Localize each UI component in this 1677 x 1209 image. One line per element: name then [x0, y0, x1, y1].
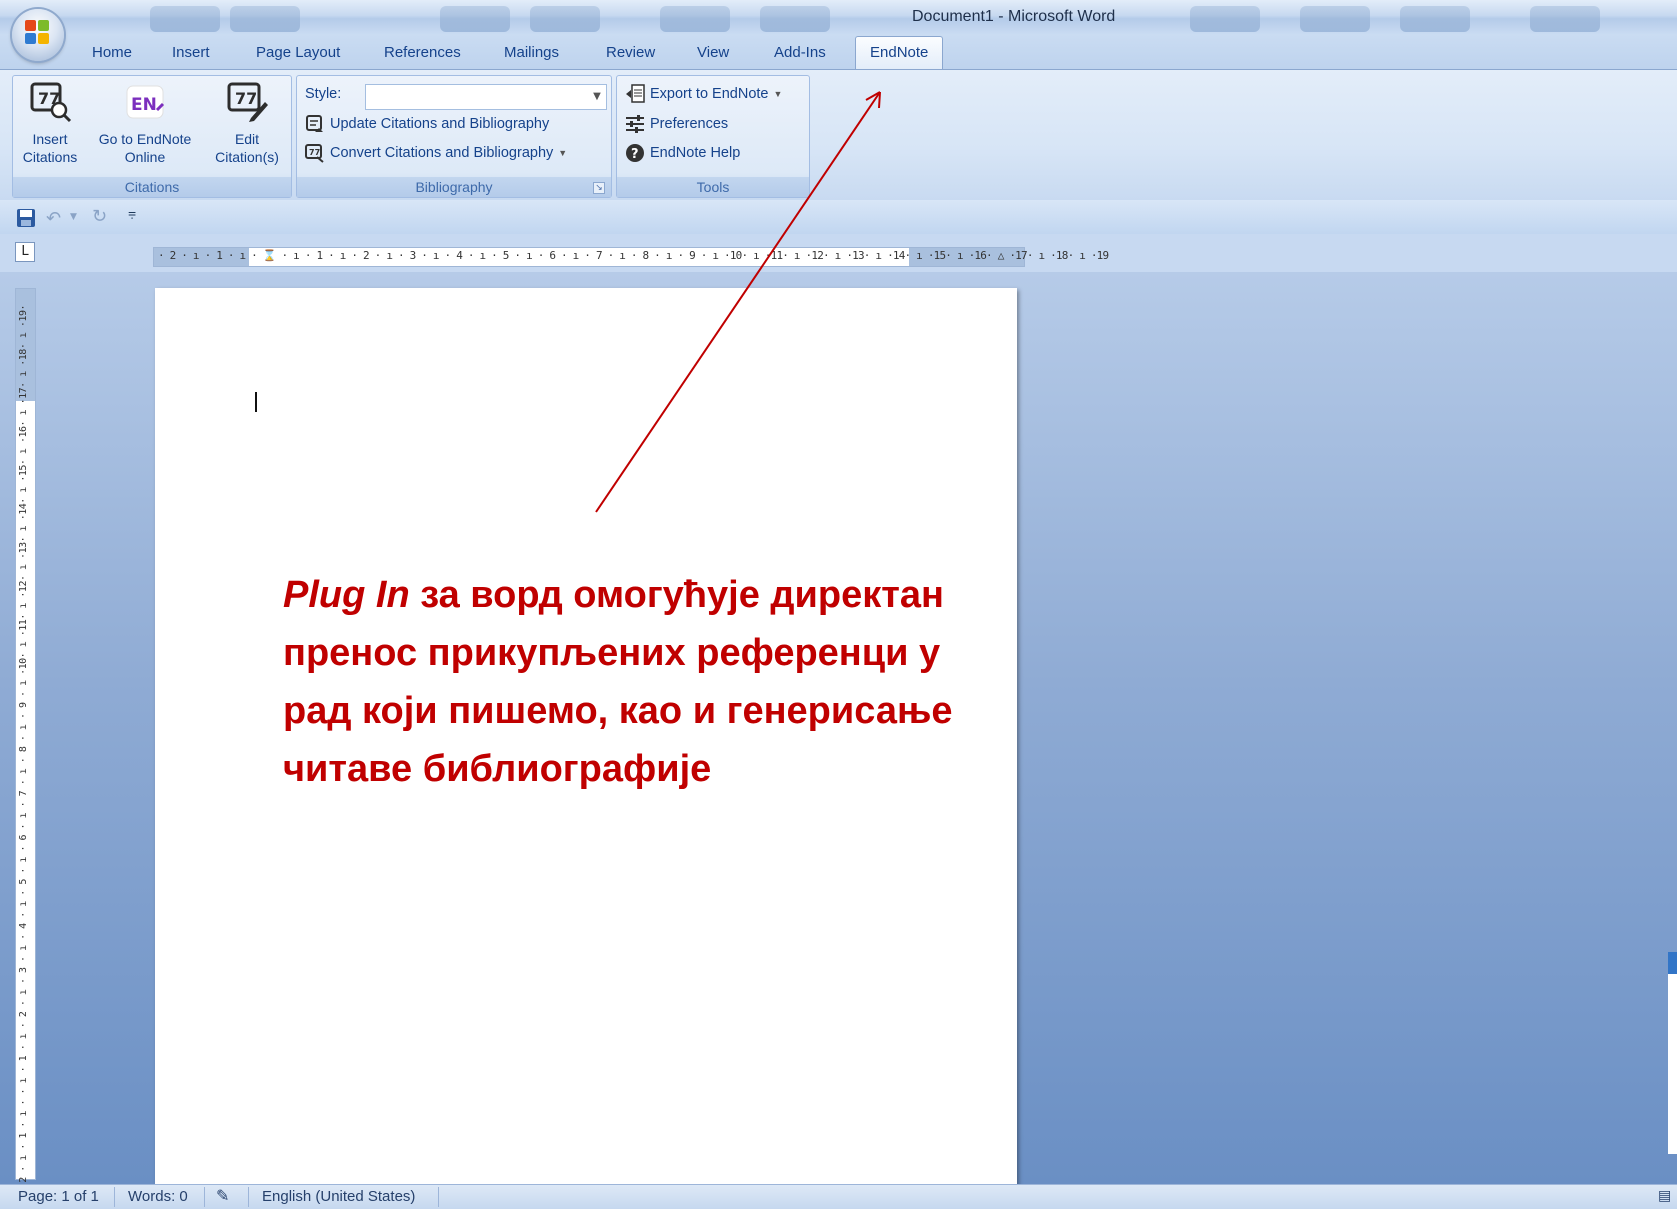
go-to-endnote-label-2: Online [124, 149, 166, 165]
redo-icon[interactable]: ↻ [92, 206, 107, 227]
status-bar: Page: 1 of 1 Words: 0 ✎ English (United … [0, 1184, 1677, 1209]
export-to-endnote-button[interactable]: Export to EndNote ▼ [625, 84, 782, 104]
chevron-down-icon[interactable]: ▼ [70, 212, 77, 222]
undo-icon[interactable]: ↶ [46, 208, 61, 229]
proofing-icon[interactable]: ✎ [216, 1186, 229, 1206]
update-citations-icon [305, 114, 325, 134]
tab-mailings[interactable]: Mailings [504, 44, 559, 61]
preferences-button[interactable]: Preferences [625, 114, 728, 134]
citations-group: 77 Insert Citations EN Go to EndNote Onl… [12, 75, 292, 198]
page-count[interactable]: Page: 1 of 1 [18, 1188, 99, 1205]
word-count[interactable]: Words: 0 [128, 1188, 188, 1205]
annotation-text: Plug In за ворд омогућује директан прено… [283, 566, 973, 798]
update-citations-label: Update Citations and Bibliography [330, 116, 550, 132]
dialog-launcher-icon[interactable]: ↘ [593, 182, 605, 194]
chevron-down-icon: ▼ [558, 148, 568, 158]
edit-citations-label: Edit [234, 131, 260, 147]
endnote-logo-icon: EN [123, 80, 167, 124]
tools-group-label: Tools [617, 177, 809, 197]
title-decoration [1300, 6, 1370, 32]
endnote-help-button[interactable]: ? EndNote Help [625, 143, 740, 163]
vertical-ruler[interactable]: · 2 · ı · 1 · ı · · ı · 1 · ı · 2 · ı · … [15, 288, 36, 1194]
title-decoration [760, 6, 830, 32]
office-logo-icon [25, 20, 51, 48]
insert-citations-label: Insert [32, 131, 68, 147]
vertical-ruler-scale: · 2 · ı · 1 · ı · · ı · 1 · ı · 2 · ı · … [18, 305, 29, 1194]
title-decoration [660, 6, 730, 32]
convert-citations-label: Convert Citations and Bibliography [330, 145, 554, 161]
office-button[interactable] [12, 9, 64, 61]
preferences-label: Preferences [650, 116, 729, 132]
quick-access-toolbar: ↶ ▼ ↻ ⩦ [0, 200, 1677, 234]
horizontal-ruler[interactable]: · 2 · ı · 1 · ı · ⌛ · ı · 1 · ı · 2 · ı … [153, 247, 1109, 267]
ruler-row: L · 2 · ı · 1 · ı · ⌛ · ı · 1 · ı · 2 · … [0, 234, 1677, 272]
bibliography-group: Style: ▼ Update Citations and Bibliograp… [296, 75, 612, 198]
convert-citations-button[interactable]: 77 Convert Citations and Bibliography ▼ [305, 143, 567, 163]
tools-group: Export to EndNote ▼ Preferences ? EndNot… [616, 75, 810, 198]
svg-text:77: 77 [309, 148, 320, 157]
text-cursor [255, 392, 257, 412]
title-bar: Document1 - Microsoft Word [0, 0, 1677, 34]
edit-citations-button[interactable]: 77 Edit Citation(s) [207, 80, 287, 166]
window-title: Document1 - Microsoft Word [912, 8, 1116, 25]
insert-citations-label-2: Citations [22, 149, 78, 165]
go-to-endnote-label: Go to EndNote [98, 131, 192, 147]
title-decoration [1400, 6, 1470, 32]
bibliography-group-label: Bibliography [297, 177, 611, 197]
en-logo-text: EN [131, 95, 157, 115]
side-panel-edge [1668, 952, 1677, 1154]
customize-toolbar-icon[interactable]: ⩦ [128, 205, 136, 221]
horizontal-ruler-scale: · 2 · ı · 1 · ı · ⌛ · ı · 1 · ı · 2 · ı … [158, 249, 1109, 262]
annotation-italic: Plug In [283, 574, 410, 616]
tab-selector[interactable]: L [15, 242, 35, 262]
update-citations-button[interactable]: Update Citations and Bibliography [305, 114, 549, 134]
chevron-down-icon: ▼ [593, 91, 601, 102]
tab-review[interactable]: Review [606, 44, 655, 61]
title-decoration [1530, 6, 1600, 32]
tab-endnote[interactable]: EndNote [855, 36, 944, 69]
export-icon [625, 84, 645, 104]
tab-view[interactable]: View [697, 44, 729, 61]
edit-citations-label-2: Citation(s) [215, 149, 279, 165]
title-decoration [530, 6, 600, 32]
go-to-endnote-online-button[interactable]: EN Go to EndNote Online [93, 80, 197, 166]
help-icon: ? [625, 143, 645, 163]
endnote-help-label: EndNote Help [650, 145, 741, 161]
document-page[interactable]: Plug In за ворд омогућује директан прено… [155, 288, 1017, 1188]
style-label: Style: [305, 86, 342, 102]
chevron-down-icon: ▼ [773, 89, 783, 99]
svg-text:?: ? [631, 147, 639, 162]
ribbon-tabs: Home Insert Page Layout References Maili… [0, 34, 1677, 69]
tab-home[interactable]: Home [92, 44, 132, 61]
tab-page-layout[interactable]: Page Layout [256, 44, 340, 61]
title-decoration [440, 6, 510, 32]
convert-citations-icon: 77 [305, 143, 325, 163]
title-decoration [230, 6, 300, 32]
tab-references[interactable]: References [384, 44, 461, 61]
title-decoration [1190, 6, 1260, 32]
language-indicator[interactable]: English (United States) [262, 1188, 415, 1205]
svg-text:77: 77 [235, 89, 257, 108]
insert-citation-icon: 77 [28, 80, 72, 124]
insert-citations-button[interactable]: 77 Insert Citations [19, 80, 81, 166]
save-icon[interactable] [16, 208, 36, 228]
ribbon: 77 Insert Citations EN Go to EndNote Onl… [0, 69, 1677, 202]
edit-citation-icon: 77 [225, 80, 269, 124]
title-decoration [150, 6, 220, 32]
preferences-icon [625, 114, 645, 134]
style-dropdown[interactable]: ▼ [365, 84, 607, 110]
view-layout-icon[interactable]: ▤ [1658, 1187, 1671, 1204]
citations-group-label: Citations [13, 177, 291, 197]
export-to-endnote-label: Export to EndNote [650, 86, 769, 102]
tab-insert[interactable]: Insert [172, 44, 210, 61]
tab-add-ins[interactable]: Add-Ins [774, 44, 826, 61]
document-workspace: · 2 · ı · 1 · ı · · ı · 1 · ı · 2 · ı · … [0, 272, 1677, 1194]
